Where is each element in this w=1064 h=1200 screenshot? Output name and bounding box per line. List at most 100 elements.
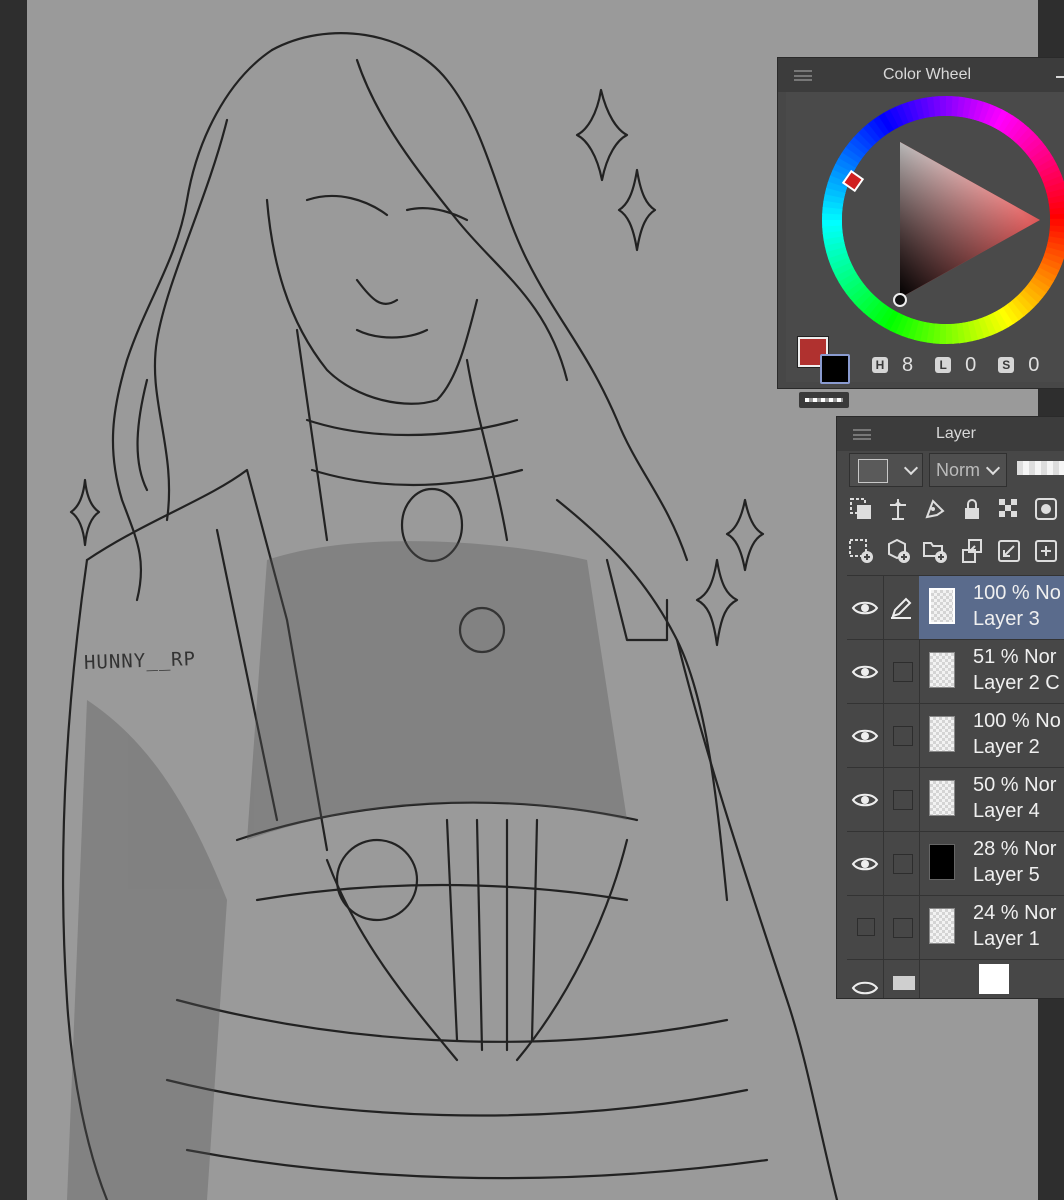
edit-target-box xyxy=(893,854,913,874)
layer-color-combo[interactable] xyxy=(849,453,923,487)
layer-info[interactable]: 100 % No Layer 2 xyxy=(919,704,1064,768)
lightness-value[interactable]: 0 xyxy=(965,354,976,377)
layer-panel-title: Layer xyxy=(935,425,977,442)
blend-mode-select[interactable]: Norm xyxy=(929,453,1007,487)
color-wheel-title: Color Wheel xyxy=(882,66,972,83)
layer-list: 100 % No Layer 3 51 % Nor Layer 2 C 100 … xyxy=(847,575,1064,998)
transfer-to-lower-layer-icon[interactable] xyxy=(958,537,986,565)
duplicate-layer-icon[interactable] xyxy=(1032,537,1060,565)
clip-to-layer-below-icon[interactable] xyxy=(847,495,875,523)
layer-opacity: 51 % xyxy=(973,646,1019,668)
layer-blend-mode: Nor xyxy=(1024,646,1057,668)
layer-thumbnail xyxy=(929,588,955,624)
eye-icon xyxy=(851,857,879,871)
layer-row[interactable]: 28 % Nor Layer 5 xyxy=(847,831,1064,896)
layer-info[interactable]: 24 % Nor Layer 1 xyxy=(919,896,1064,960)
layer-name: Layer 2 xyxy=(973,736,1040,758)
lock-layer-icon[interactable] xyxy=(958,495,986,523)
new-layer-folder-icon[interactable] xyxy=(921,537,949,565)
layer-name: Layer 1 xyxy=(973,928,1040,950)
color-wheel-body xyxy=(786,92,1064,409)
layer-mask-icon[interactable] xyxy=(1032,495,1060,523)
saturation-value[interactable]: 0 xyxy=(1028,354,1039,377)
layer-info[interactable]: 100 % No Layer 3 xyxy=(919,576,1064,640)
visibility-toggle[interactable] xyxy=(847,576,884,640)
eye-icon xyxy=(851,665,879,679)
layer-opacity: 100 % xyxy=(973,710,1030,732)
paper-layer-thumbnail xyxy=(979,964,1009,994)
hue-badge: H xyxy=(872,357,888,373)
edit-target-box xyxy=(893,726,913,746)
new-raster-layer-icon[interactable] xyxy=(847,537,875,565)
new-vector-layer-icon[interactable] xyxy=(884,537,912,565)
minimize-icon[interactable] xyxy=(1056,76,1064,78)
saturation-badge: S xyxy=(998,357,1015,373)
pen-icon xyxy=(891,597,912,619)
layer-name: Layer 2 C xyxy=(973,672,1060,694)
layer-blend-mode: No xyxy=(1035,710,1061,732)
layer-blend-mode: Nor xyxy=(1024,838,1057,860)
edit-target-box xyxy=(893,918,913,938)
panel-menu-icon[interactable] xyxy=(853,429,871,440)
layer-row[interactable]: 51 % Nor Layer 2 C xyxy=(847,639,1064,704)
set-reference-layer-icon[interactable] xyxy=(884,495,912,523)
layer-blend-mode: Nor xyxy=(1024,902,1057,924)
layer-opacity: 50 % xyxy=(973,774,1019,796)
layer-row[interactable]: 100 % No Layer 2 xyxy=(847,703,1064,768)
color-wheel-header[interactable]: Color Wheel xyxy=(778,58,1064,92)
lock-transparent-pixels-icon[interactable] xyxy=(995,495,1023,523)
layer-panel-header[interactable]: Layer xyxy=(837,417,1064,451)
layer-opacity-mode: 100 % No xyxy=(973,710,1061,733)
layer-name: Layer 3 xyxy=(973,608,1040,630)
chevron-down-icon xyxy=(985,460,1001,476)
edit-target-cell[interactable] xyxy=(883,704,920,768)
layer-blend-mode: Nor xyxy=(1024,774,1057,796)
layer-opacity: 28 % xyxy=(973,838,1019,860)
edit-target-cell[interactable] xyxy=(883,576,920,640)
visibility-toggle[interactable] xyxy=(847,640,884,704)
layer-property-toolbar xyxy=(847,495,1060,523)
edit-target-box xyxy=(893,790,913,810)
transparent-color-swatch[interactable] xyxy=(798,391,850,409)
set-draft-layer-icon[interactable] xyxy=(921,495,949,523)
panel-menu-icon[interactable] xyxy=(794,70,812,81)
layer-name: Layer 5 xyxy=(973,864,1040,886)
layer-info[interactable]: 51 % Nor Layer 2 C xyxy=(919,640,1064,704)
layer-opacity: 24 % xyxy=(973,902,1019,924)
combine-with-layer-below-icon[interactable] xyxy=(995,537,1023,565)
layer-blend-mode: No xyxy=(1035,582,1061,604)
edit-target-box xyxy=(893,662,913,682)
edit-target-cell[interactable] xyxy=(883,896,920,960)
edit-target-cell[interactable] xyxy=(883,832,920,896)
visibility-toggle[interactable] xyxy=(847,704,884,768)
hidden-visibility-box xyxy=(857,918,875,936)
hue-value[interactable]: 8 xyxy=(902,354,913,377)
edit-target-cell[interactable] xyxy=(883,768,920,832)
visibility-toggle[interactable] xyxy=(847,896,884,960)
layer-opacity-mode: 50 % Nor xyxy=(973,774,1056,797)
layer-info[interactable]: 50 % Nor Layer 4 xyxy=(919,768,1064,832)
sub-color-swatch[interactable] xyxy=(820,354,850,384)
layer-row[interactable]: 24 % Nor Layer 1 xyxy=(847,895,1064,960)
chevron-down-icon xyxy=(903,460,919,476)
eye-icon xyxy=(851,729,879,743)
layer-row[interactable]: 50 % Nor Layer 4 xyxy=(847,767,1064,832)
layer-info[interactable] xyxy=(919,960,1064,998)
blend-mode-value: Norm xyxy=(936,460,980,480)
opacity-slider[interactable] xyxy=(1017,461,1064,475)
layer-thumbnail xyxy=(929,844,955,880)
triangle-picker[interactable] xyxy=(893,293,907,307)
layer-row-partial[interactable] xyxy=(847,959,1064,998)
layer-info[interactable]: 28 % Nor Layer 5 xyxy=(919,832,1064,896)
layer-opacity-mode: 24 % Nor xyxy=(973,902,1056,925)
visibility-toggle[interactable] xyxy=(847,832,884,896)
layer-thumbnail xyxy=(929,780,955,816)
visibility-toggle[interactable] xyxy=(847,960,884,998)
layer-opacity-mode: 28 % Nor xyxy=(973,838,1056,861)
layer-row[interactable]: 100 % No Layer 3 xyxy=(847,575,1064,640)
edit-target-cell[interactable] xyxy=(883,640,920,704)
edit-target-cell[interactable] xyxy=(883,960,920,998)
layer-opacity-mode: 51 % Nor xyxy=(973,646,1056,669)
visibility-toggle[interactable] xyxy=(847,768,884,832)
layer-opacity: 100 % xyxy=(973,582,1030,604)
